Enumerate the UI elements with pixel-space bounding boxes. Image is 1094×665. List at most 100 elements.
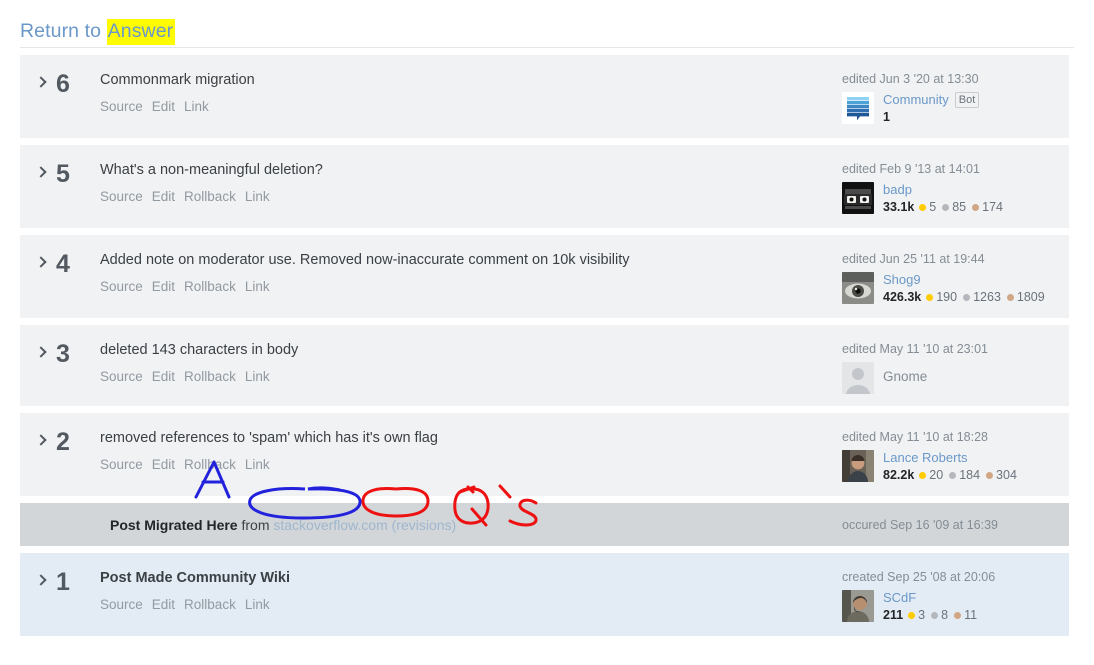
edit-link[interactable]: Edit xyxy=(152,457,175,472)
rollback-link[interactable]: Rollback xyxy=(184,597,236,612)
user-name-link[interactable]: Lance Roberts xyxy=(883,450,1023,466)
gold-badge: 190 xyxy=(926,289,957,306)
revision-actions: Source Edit Rollback Link xyxy=(100,456,842,473)
source-link[interactable]: Source xyxy=(100,457,143,472)
avatar[interactable] xyxy=(842,590,874,622)
migration-text: Post Migrated Here from stackoverflow.co… xyxy=(30,517,456,533)
return-to-answer-link[interactable]: Return to Answer xyxy=(20,18,176,45)
revision-number: 1 xyxy=(56,568,70,596)
table-row[interactable]: 2 removed references to 'spam' which has… xyxy=(20,413,1069,496)
user-card[interactable]: SCdF 211 3 8 11 xyxy=(842,590,1057,624)
silver-badge-count: 184 xyxy=(959,468,981,482)
revision-actions: Source Edit Rollback Link xyxy=(100,368,842,385)
chevron-right-icon xyxy=(35,574,47,586)
reputation-value: 426.3k xyxy=(883,290,922,304)
table-row[interactable]: 6 Commonmark migration Source Edit Link ed… xyxy=(20,55,1069,138)
migration-revisions-link[interactable]: (revisions) xyxy=(392,517,457,533)
revision-body: removed references to 'spam' which has i… xyxy=(100,427,842,473)
user-info: SCdF 211 3 8 11 xyxy=(883,590,983,624)
revision-date: edited May 11 '10 at 23:01 xyxy=(842,342,989,356)
edit-link[interactable]: Edit xyxy=(152,99,175,114)
source-link[interactable]: Source xyxy=(100,279,143,294)
expand-toggle[interactable] xyxy=(30,567,52,586)
gold-badge-icon xyxy=(919,472,927,479)
rollback-link[interactable]: Rollback xyxy=(184,279,236,294)
expand-toggle[interactable] xyxy=(30,427,52,446)
rollback-link[interactable]: Rollback xyxy=(184,457,236,472)
link-link[interactable]: Link xyxy=(245,279,270,294)
community-bot-icon xyxy=(842,92,874,124)
bronze-badge-icon xyxy=(986,472,994,479)
reputation-value: 211 xyxy=(883,608,904,622)
avatar xyxy=(842,362,874,394)
source-link[interactable]: Source xyxy=(100,99,143,114)
user-info: Community Bot 1 xyxy=(883,92,980,126)
revision-meta: created Sep 25 '08 at 20:06 SCdF 211 3 8… xyxy=(842,567,1057,624)
link-link[interactable]: Link xyxy=(184,99,209,114)
silver-badge-icon xyxy=(931,612,939,619)
badp-avatar-icon xyxy=(842,182,874,214)
expand-toggle[interactable] xyxy=(30,339,52,358)
revision-body: What's a non-meaningful deletion? Source… xyxy=(100,159,842,205)
source-link[interactable]: Source xyxy=(100,369,143,384)
revision-date: created Sep 25 '08 at 20:06 xyxy=(842,570,996,584)
rollback-link[interactable]: Rollback xyxy=(184,189,236,204)
user-info: Lance Roberts 82.2k 20 184 304 xyxy=(883,450,1023,484)
bot-badge: Bot xyxy=(954,92,980,108)
table-row[interactable]: 4 Added note on moderator use. Removed n… xyxy=(20,235,1069,318)
revision-number: 2 xyxy=(56,428,70,456)
gold-badge-icon xyxy=(919,204,927,211)
avatar[interactable] xyxy=(842,92,874,124)
table-row[interactable]: 5 What's a non-meaningful deletion? Sour… xyxy=(20,145,1069,228)
bronze-badge-count: 174 xyxy=(982,200,1003,214)
user-info: badp 33.1k 5 85 174 xyxy=(883,182,1009,216)
link-link[interactable]: Link xyxy=(245,597,270,612)
user-card[interactable]: Lance Roberts 82.2k 20 184 304 xyxy=(842,450,1057,484)
revision-date: edited Jun 25 '11 at 19:44 xyxy=(842,252,985,266)
silver-badge-count: 85 xyxy=(952,200,967,214)
revision-date: edited Jun 3 '20 at 13:30 xyxy=(842,72,979,86)
edit-link[interactable]: Edit xyxy=(152,189,175,204)
bronze-badge: 1809 xyxy=(1006,289,1045,306)
revision-list: 6 Commonmark migration Source Edit Link ed… xyxy=(20,55,1069,643)
revision-meta: edited May 11 '10 at 18:28 Lance Roberts… xyxy=(842,427,1057,484)
revision-meta: edited Feb 9 '13 at 14:01 badp 33.1k 5 8… xyxy=(842,159,1057,216)
edit-link[interactable]: Edit xyxy=(152,279,175,294)
gold-badge-count: 190 xyxy=(936,290,958,304)
reputation-line: 211 3 8 11 xyxy=(883,607,983,624)
rollback-link[interactable]: Rollback xyxy=(184,369,236,384)
expand-toggle[interactable] xyxy=(30,249,52,268)
bronze-badge-icon xyxy=(1006,294,1014,301)
table-row[interactable]: 1 Post Made Community Wiki Source Edit Rol… xyxy=(20,553,1069,636)
link-link[interactable]: Link xyxy=(245,189,270,204)
avatar[interactable] xyxy=(842,450,874,482)
migration-site-link[interactable]: stackoverflow.com xyxy=(273,517,387,533)
avatar[interactable] xyxy=(842,272,874,304)
user-card[interactable]: Community Bot 1 xyxy=(842,92,1057,126)
user-name-link[interactable]: Shog9 xyxy=(883,272,1051,288)
source-link[interactable]: Source xyxy=(100,189,143,204)
source-link[interactable]: Source xyxy=(100,597,143,612)
link-link[interactable]: Link xyxy=(245,457,270,472)
revision-comment: Commonmark migration xyxy=(100,72,255,88)
header-divider xyxy=(20,47,1074,48)
silver-badge: 184 xyxy=(949,467,980,484)
gold-badge-icon xyxy=(908,612,916,619)
revision-actions: Source Edit Rollback Link xyxy=(100,278,842,295)
expand-toggle[interactable] xyxy=(30,69,52,88)
user-card[interactable]: badp 33.1k 5 85 174 xyxy=(842,182,1057,216)
bronze-badge: 304 xyxy=(986,467,1017,484)
user-name-link[interactable]: SCdF xyxy=(883,590,983,606)
revision-meta: edited Jun 25 '11 at 19:44 Shog9 426.3k … xyxy=(842,249,1057,306)
table-row[interactable]: 3 deleted 143 characters in body Source E… xyxy=(20,325,1069,406)
link-link[interactable]: Link xyxy=(245,369,270,384)
edit-link[interactable]: Edit xyxy=(152,369,175,384)
expand-toggle[interactable] xyxy=(30,159,52,178)
user-name-link[interactable]: Community xyxy=(883,92,949,108)
avatar[interactable] xyxy=(842,182,874,214)
return-to-label: Return to xyxy=(20,19,107,42)
gold-badge-icon xyxy=(926,294,934,301)
user-card[interactable]: Shog9 426.3k 190 1263 1809 xyxy=(842,272,1057,306)
edit-link[interactable]: Edit xyxy=(152,597,175,612)
user-name-link[interactable]: badp xyxy=(883,182,1009,198)
